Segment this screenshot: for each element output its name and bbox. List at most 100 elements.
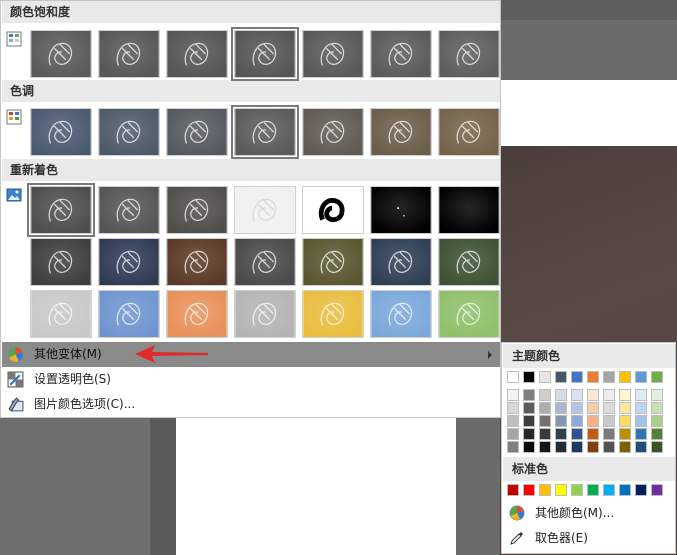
recolor-thumbnail[interactable] [234, 290, 296, 338]
theme-shade-swatch[interactable] [539, 428, 551, 440]
theme-shade-swatch[interactable] [555, 389, 567, 401]
theme-shade-swatch[interactable] [651, 415, 663, 427]
saturation-thumbnail[interactable] [98, 30, 160, 78]
recolor-thumbnail[interactable] [370, 186, 432, 234]
theme-shade-swatch[interactable] [603, 402, 615, 414]
recolor-thumbnail[interactable] [166, 290, 228, 338]
tone-thumbnail[interactable] [438, 108, 500, 156]
theme-shade-swatch[interactable] [523, 428, 535, 440]
recolor-thumbnail[interactable] [302, 290, 364, 338]
standard-color-swatch[interactable] [523, 484, 535, 496]
theme-color-swatch[interactable] [603, 371, 615, 383]
saturation-thumbnail[interactable] [30, 30, 92, 78]
standard-color-swatch[interactable] [619, 484, 631, 496]
theme-shade-swatch[interactable] [603, 441, 615, 453]
theme-shade-swatch[interactable] [571, 402, 583, 414]
theme-shade-swatch[interactable] [603, 389, 615, 401]
standard-color-swatch[interactable] [539, 484, 551, 496]
theme-shade-swatch[interactable] [555, 441, 567, 453]
theme-shade-swatch[interactable] [523, 402, 535, 414]
theme-color-swatch[interactable] [507, 371, 519, 383]
theme-shade-swatch[interactable] [651, 441, 663, 453]
standard-color-swatch[interactable] [587, 484, 599, 496]
saturation-thumbnail[interactable] [166, 30, 228, 78]
recolor-thumbnail[interactable] [438, 186, 500, 234]
theme-color-swatch[interactable] [555, 371, 567, 383]
standard-color-swatch[interactable] [603, 484, 615, 496]
theme-shade-swatch[interactable] [571, 415, 583, 427]
theme-shade-swatch[interactable] [539, 415, 551, 427]
set-transparent-color-menu-item[interactable]: 设置透明色(S) [2, 367, 500, 392]
recolor-thumbnail[interactable] [234, 186, 296, 234]
theme-color-swatch[interactable] [523, 371, 535, 383]
theme-shade-swatch[interactable] [523, 415, 535, 427]
saturation-thumbnail[interactable] [438, 30, 500, 78]
theme-color-swatch[interactable] [587, 371, 599, 383]
recolor-thumbnail[interactable] [98, 238, 160, 286]
theme-shade-swatch[interactable] [587, 415, 599, 427]
recolor-thumbnail[interactable] [166, 238, 228, 286]
recolor-thumbnail[interactable] [166, 186, 228, 234]
tone-thumbnail[interactable] [30, 108, 92, 156]
tone-thumbnail[interactable] [231, 105, 299, 159]
theme-shade-swatch[interactable] [555, 428, 567, 440]
more-variants-menu-item[interactable]: 其他变体(M) [2, 342, 500, 367]
recolor-thumbnail[interactable] [27, 183, 95, 237]
theme-shade-swatch[interactable] [507, 389, 519, 401]
tone-thumbnail[interactable] [98, 108, 160, 156]
recolor-thumbnail[interactable] [30, 290, 92, 338]
eyedropper-menu-item[interactable]: 取色器(E) [503, 525, 675, 551]
standard-color-swatch[interactable] [555, 484, 567, 496]
theme-shade-swatch[interactable] [635, 441, 647, 453]
theme-shade-swatch[interactable] [651, 402, 663, 414]
recolor-thumbnail[interactable] [438, 290, 500, 338]
tone-thumbnail[interactable] [302, 108, 364, 156]
theme-shade-swatch[interactable] [507, 428, 519, 440]
theme-color-swatch[interactable] [539, 371, 551, 383]
recolor-thumbnail[interactable] [370, 290, 432, 338]
recolor-thumbnail[interactable] [302, 238, 364, 286]
recolor-thumbnail[interactable] [302, 186, 364, 234]
theme-shade-swatch[interactable] [523, 441, 535, 453]
theme-color-swatch[interactable] [635, 371, 647, 383]
theme-shade-swatch[interactable] [555, 402, 567, 414]
theme-shade-swatch[interactable] [651, 428, 663, 440]
theme-shade-swatch[interactable] [587, 428, 599, 440]
saturation-thumbnail[interactable] [370, 30, 432, 78]
theme-shade-swatch[interactable] [635, 402, 647, 414]
theme-shade-swatch[interactable] [555, 415, 567, 427]
theme-shade-swatch[interactable] [571, 389, 583, 401]
standard-color-swatch[interactable] [507, 484, 519, 496]
theme-shade-swatch[interactable] [619, 402, 631, 414]
theme-shade-swatch[interactable] [587, 402, 599, 414]
tone-thumbnail[interactable] [166, 108, 228, 156]
standard-color-swatch[interactable] [571, 484, 583, 496]
standard-color-swatch[interactable] [651, 484, 663, 496]
standard-color-swatch[interactable] [635, 484, 647, 496]
recolor-thumbnail[interactable] [370, 238, 432, 286]
saturation-thumbnail[interactable] [302, 30, 364, 78]
recolor-thumbnail[interactable] [234, 238, 296, 286]
theme-color-swatch[interactable] [619, 371, 631, 383]
theme-shade-swatch[interactable] [619, 441, 631, 453]
theme-shade-swatch[interactable] [619, 428, 631, 440]
picture-color-options-menu-item[interactable]: 图片颜色选项(C)... [2, 392, 500, 417]
theme-color-swatch[interactable] [651, 371, 663, 383]
recolor-thumbnail[interactable] [438, 238, 500, 286]
theme-shade-swatch[interactable] [587, 389, 599, 401]
theme-shade-swatch[interactable] [635, 389, 647, 401]
theme-shade-swatch[interactable] [619, 415, 631, 427]
theme-shade-swatch[interactable] [539, 402, 551, 414]
theme-shade-swatch[interactable] [539, 389, 551, 401]
recolor-thumbnail[interactable] [98, 186, 160, 234]
theme-color-swatch[interactable] [571, 371, 583, 383]
theme-shade-swatch[interactable] [507, 441, 519, 453]
theme-shade-swatch[interactable] [571, 428, 583, 440]
recolor-thumbnail[interactable] [30, 238, 92, 286]
theme-shade-swatch[interactable] [603, 415, 615, 427]
theme-shade-swatch[interactable] [539, 441, 551, 453]
more-colors-menu-item[interactable]: 其他颜色(M)... [503, 500, 675, 526]
theme-shade-swatch[interactable] [523, 389, 535, 401]
saturation-thumbnail[interactable] [231, 27, 299, 81]
theme-shade-swatch[interactable] [619, 389, 631, 401]
